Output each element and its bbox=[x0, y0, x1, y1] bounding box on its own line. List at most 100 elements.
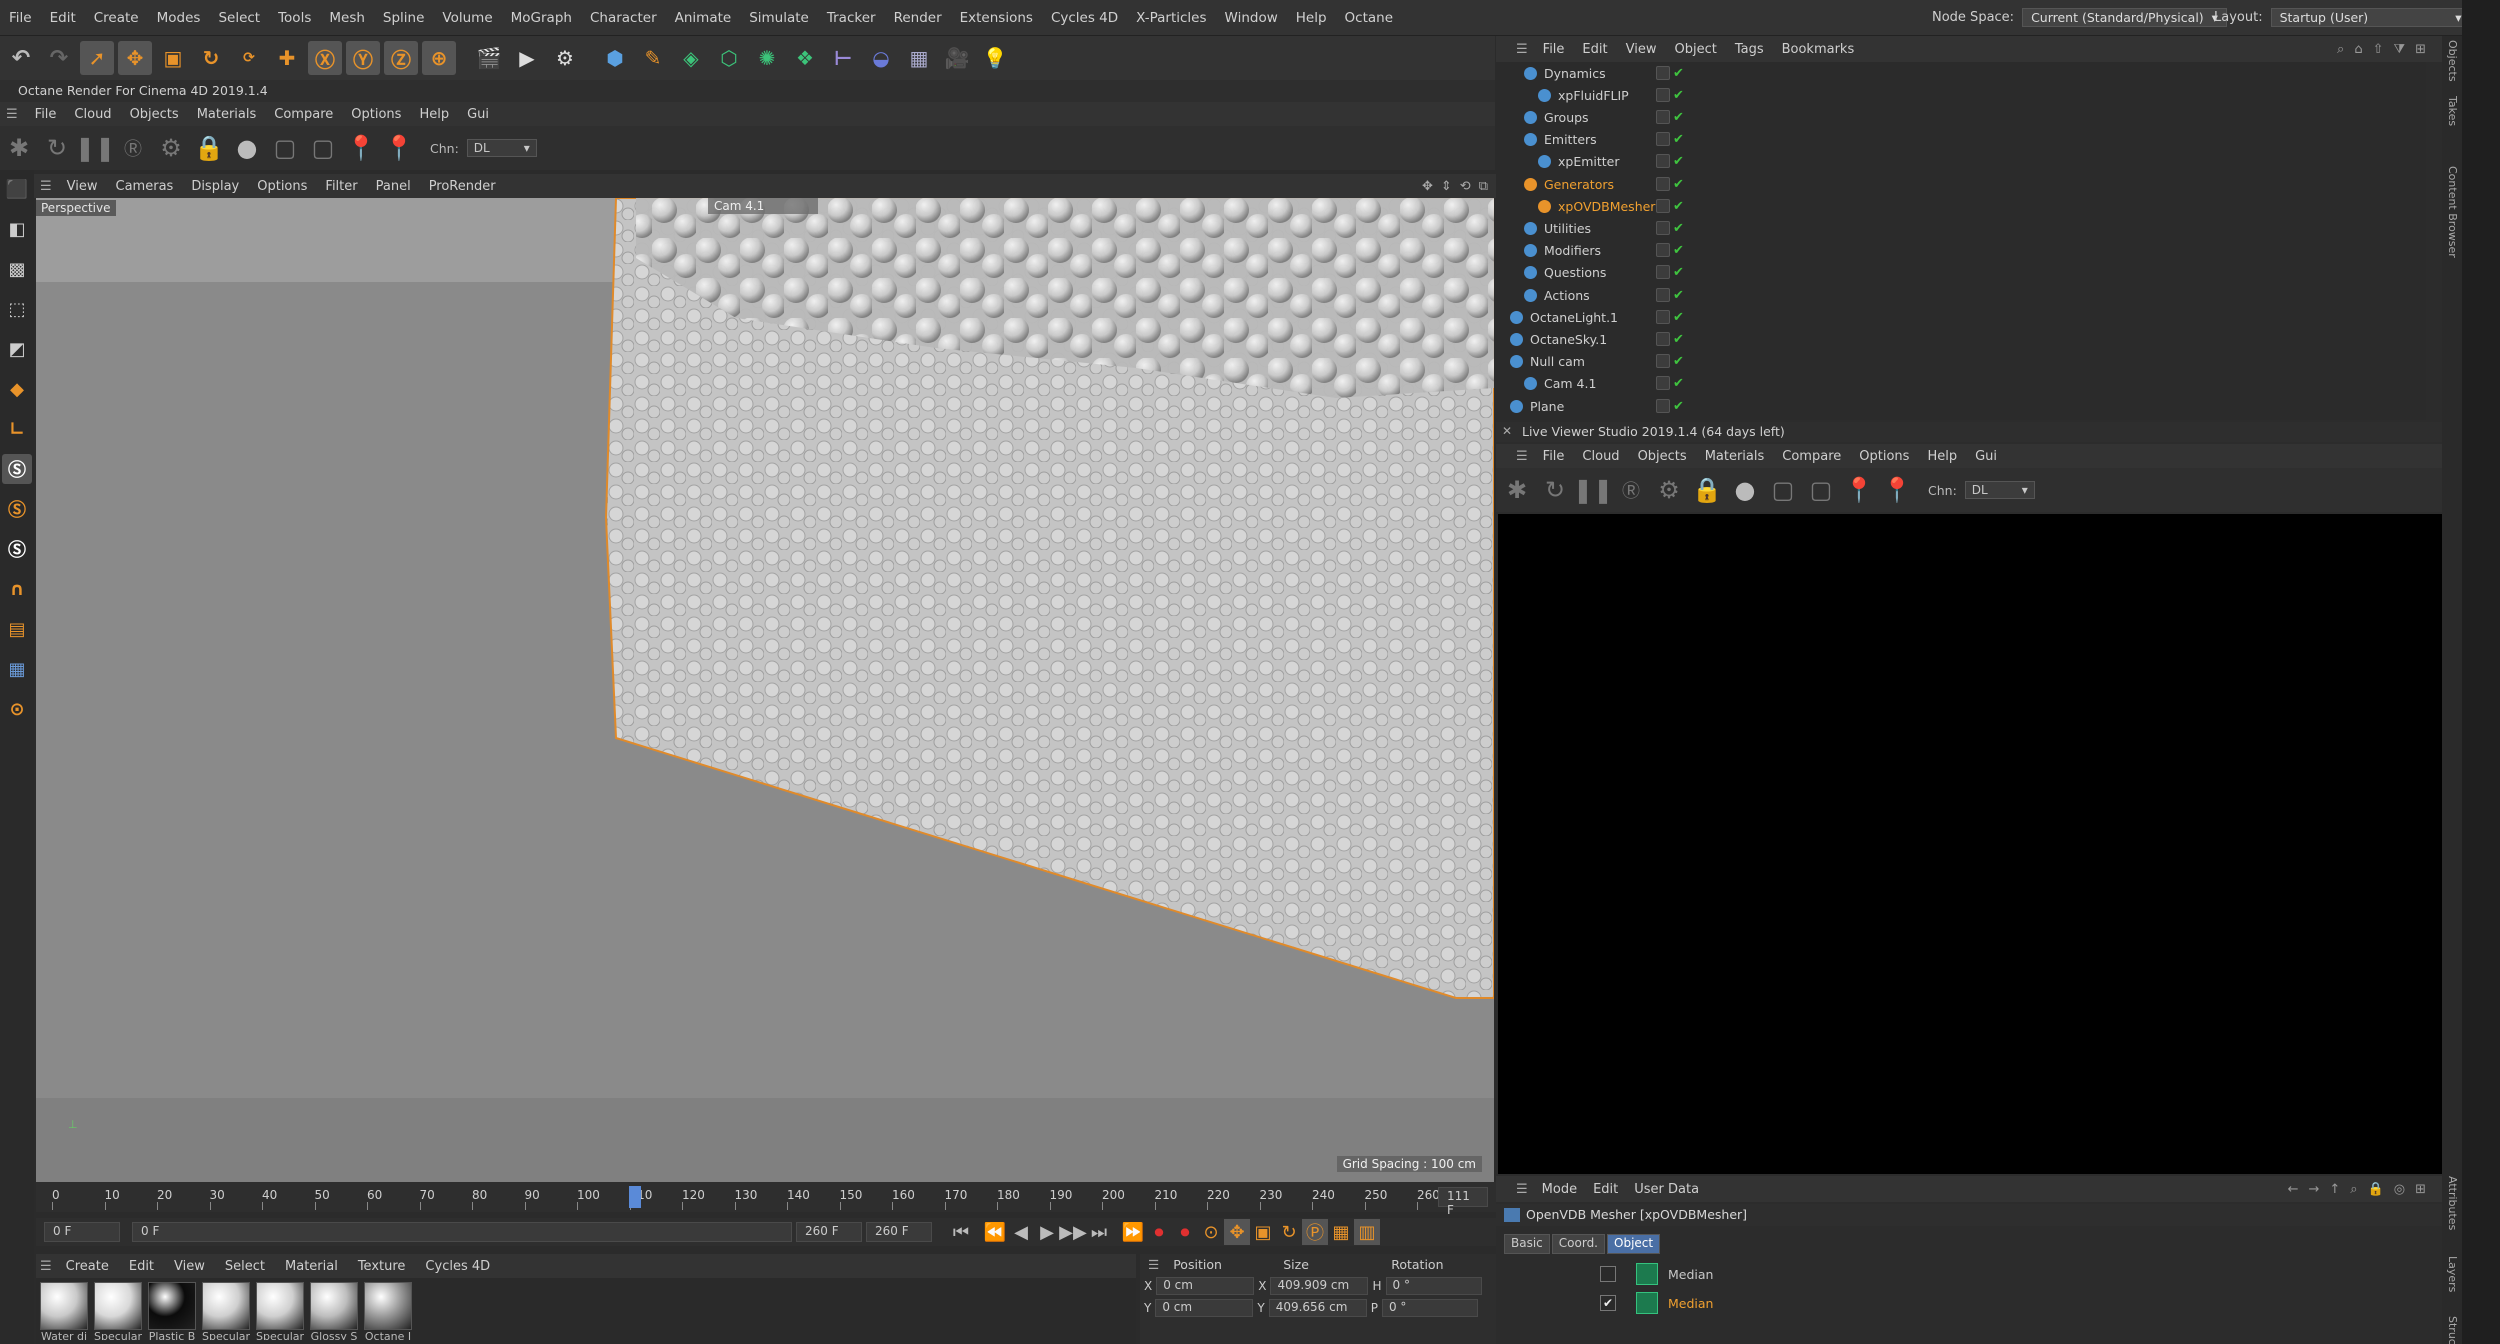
live-viewer-menu-help[interactable]: Help bbox=[1918, 449, 1966, 464]
3d-viewport[interactable]: Perspective Cam 4.1 Grid Spacing : 100 c… bbox=[36, 198, 1494, 1182]
mograph-icon[interactable]: ❖ bbox=[788, 41, 822, 75]
object-row[interactable]: Dynamics ✔ bbox=[1496, 62, 2426, 84]
enabled-check-icon[interactable]: ✔ bbox=[1673, 110, 1684, 125]
enabled-check-icon[interactable]: ✔ bbox=[1673, 132, 1684, 147]
median-checkbox[interactable] bbox=[1600, 1266, 1616, 1282]
material-item[interactable]: Water di bbox=[40, 1282, 88, 1340]
previous-frame-icon[interactable]: ◀ bbox=[1008, 1219, 1034, 1245]
menu-animate[interactable]: Animate bbox=[666, 10, 741, 26]
redo-icon[interactable]: ↷ bbox=[42, 41, 76, 75]
enabled-check-icon[interactable]: ✔ bbox=[1673, 154, 1684, 169]
enabled-check-icon[interactable]: ✔ bbox=[1673, 177, 1684, 192]
material-menu-edit[interactable]: Edit bbox=[119, 1259, 164, 1274]
end-frame-field[interactable]: 260 F bbox=[866, 1222, 932, 1242]
pick-focus-icon[interactable]: 📍 bbox=[1844, 475, 1874, 505]
octane-menu-options[interactable]: Options bbox=[342, 107, 410, 122]
material-menu-view[interactable]: View bbox=[164, 1259, 215, 1274]
sub-sampling-icon[interactable]: ▢ bbox=[1806, 475, 1836, 505]
object-row[interactable]: xpOVDBMesher ✔ bbox=[1496, 195, 2426, 217]
object-row[interactable]: Null cam ✔ bbox=[1496, 351, 2426, 373]
viewport-menu-display[interactable]: Display bbox=[182, 179, 248, 194]
menu-spline[interactable]: Spline bbox=[374, 10, 434, 26]
object-row[interactable]: xpEmitter ✔ bbox=[1496, 151, 2426, 173]
go-to-end-icon[interactable]: ⏭ bbox=[1086, 1219, 1112, 1245]
layout-dropdown[interactable]: Startup (User) ▾ bbox=[2270, 8, 2471, 27]
restart-render-icon[interactable]: ↻ bbox=[1540, 475, 1570, 505]
playhead[interactable] bbox=[629, 1186, 641, 1208]
axis-tool-icon[interactable]: ✚ bbox=[270, 41, 304, 75]
object-row[interactable]: Groups ✔ bbox=[1496, 106, 2426, 128]
pick-material-icon[interactable]: 📍 bbox=[384, 133, 414, 163]
pla-key-icon[interactable]: ▦ bbox=[1328, 1219, 1354, 1245]
menu-render[interactable]: Render bbox=[885, 10, 951, 26]
menu-extensions[interactable]: Extensions bbox=[951, 10, 1042, 26]
live-viewer-menu-gui[interactable]: Gui bbox=[1966, 449, 2006, 464]
live-viewer-render-area[interactable] bbox=[1498, 514, 2462, 1174]
material-ball-icon[interactable]: ● bbox=[1730, 475, 1760, 505]
menu-simulate[interactable]: Simulate bbox=[740, 10, 818, 26]
live-viewer-menu-cloud[interactable]: Cloud bbox=[1573, 449, 1628, 464]
menu-tools[interactable]: Tools bbox=[269, 10, 320, 26]
region-render-icon[interactable]: Ⓡ bbox=[118, 133, 148, 163]
viewport-menu-prorender[interactable]: ProRender bbox=[420, 179, 505, 194]
up-arrow-icon[interactable]: ↑ bbox=[2329, 1182, 2340, 1197]
maximize-view-icon[interactable]: ⧉ bbox=[1479, 179, 1488, 194]
deformer-icon[interactable]: ⊢ bbox=[826, 41, 860, 75]
layer-icon[interactable] bbox=[1656, 65, 1670, 80]
octane-menu-objects[interactable]: Objects bbox=[121, 107, 188, 122]
lock-icon[interactable]: 🔒 bbox=[2368, 1182, 2384, 1197]
scale-tool-icon[interactable]: ▣ bbox=[156, 41, 190, 75]
live-viewer-menu-compare[interactable]: Compare bbox=[1773, 449, 1850, 464]
layer-icon[interactable] bbox=[1656, 109, 1670, 124]
side-tab-content-browser[interactable]: Content Browser bbox=[2446, 166, 2459, 258]
octane-menu-file[interactable]: File bbox=[26, 107, 66, 122]
enabled-check-icon[interactable]: ✔ bbox=[1673, 354, 1684, 369]
hamburger-icon[interactable]: ☰ bbox=[40, 179, 52, 194]
object-row[interactable]: Modifiers ✔ bbox=[1496, 240, 2426, 262]
menu-modes[interactable]: Modes bbox=[148, 10, 210, 26]
menu-octane[interactable]: Octane bbox=[1336, 10, 1402, 26]
pick-focus-icon[interactable]: 📍 bbox=[346, 133, 376, 163]
tab-coord[interactable]: Coord. bbox=[1551, 1234, 1605, 1254]
autokey-icon[interactable]: ⏺ bbox=[1172, 1219, 1198, 1245]
hamburger-icon[interactable]: ☰ bbox=[40, 1259, 52, 1274]
settings-gear-icon[interactable]: ⚙ bbox=[156, 133, 186, 163]
z-axis-lock-icon[interactable]: Ⓩ bbox=[384, 41, 418, 75]
menu-x-particles[interactable]: X-Particles bbox=[1127, 10, 1215, 26]
model-mode-icon[interactable]: ◧ bbox=[2, 214, 32, 244]
position-key-icon[interactable]: ✥ bbox=[1224, 1219, 1250, 1245]
layer-icon[interactable] bbox=[1656, 354, 1670, 369]
lock-icon[interactable]: 🔒 bbox=[1692, 475, 1722, 505]
side-tab-attributes[interactable]: Attributes bbox=[2446, 1176, 2459, 1230]
pause-icon[interactable]: ❚❚ bbox=[75, 133, 115, 163]
menu-cycles-4d[interactable]: Cycles 4D bbox=[1042, 10, 1127, 26]
y-axis-lock-icon[interactable]: Ⓨ bbox=[346, 41, 380, 75]
material-menu-material[interactable]: Material bbox=[275, 1259, 348, 1274]
scale-key-icon[interactable]: ▣ bbox=[1250, 1219, 1276, 1245]
send-scene-icon[interactable]: ✱ bbox=[4, 133, 34, 163]
subdivision-icon[interactable]: ◈ bbox=[674, 41, 708, 75]
position-x-field[interactable]: 0 cm bbox=[1156, 1277, 1255, 1295]
side-tab-structure[interactable]: Structure bbox=[2446, 1316, 2459, 1344]
menu-file[interactable]: File bbox=[0, 10, 41, 26]
viewport-menu-view[interactable]: View bbox=[58, 179, 107, 194]
search-icon[interactable]: ⌕ bbox=[2337, 42, 2344, 57]
layer-icon[interactable] bbox=[1656, 198, 1670, 213]
home-icon[interactable]: ⌂ bbox=[2354, 42, 2362, 57]
layer-icon[interactable] bbox=[1656, 176, 1670, 191]
region-render-icon[interactable]: Ⓡ bbox=[1616, 475, 1646, 505]
layer-icon[interactable] bbox=[1656, 87, 1670, 102]
hamburger-icon[interactable]: ☰ bbox=[1516, 1182, 1528, 1197]
lock-icon[interactable]: 🔒 bbox=[194, 133, 224, 163]
clay-mode-icon[interactable]: ▢ bbox=[1768, 475, 1798, 505]
live-viewer-menu-materials[interactable]: Materials bbox=[1696, 449, 1774, 464]
rotation-p-field[interactable]: 0 ° bbox=[1381, 1299, 1478, 1317]
filter-icon[interactable]: ⧩ bbox=[2393, 42, 2405, 57]
material-menu-select[interactable]: Select bbox=[215, 1259, 275, 1274]
menu-tracker[interactable]: Tracker bbox=[818, 10, 885, 26]
start-frame-field[interactable]: 0 F bbox=[44, 1222, 120, 1242]
go-to-start-icon[interactable]: ⏮ bbox=[948, 1219, 974, 1245]
new-window-icon[interactable]: ⊞ bbox=[2415, 42, 2426, 57]
pick-material-icon[interactable]: 📍 bbox=[1882, 475, 1912, 505]
object-menu-file[interactable]: File bbox=[1534, 42, 1574, 57]
